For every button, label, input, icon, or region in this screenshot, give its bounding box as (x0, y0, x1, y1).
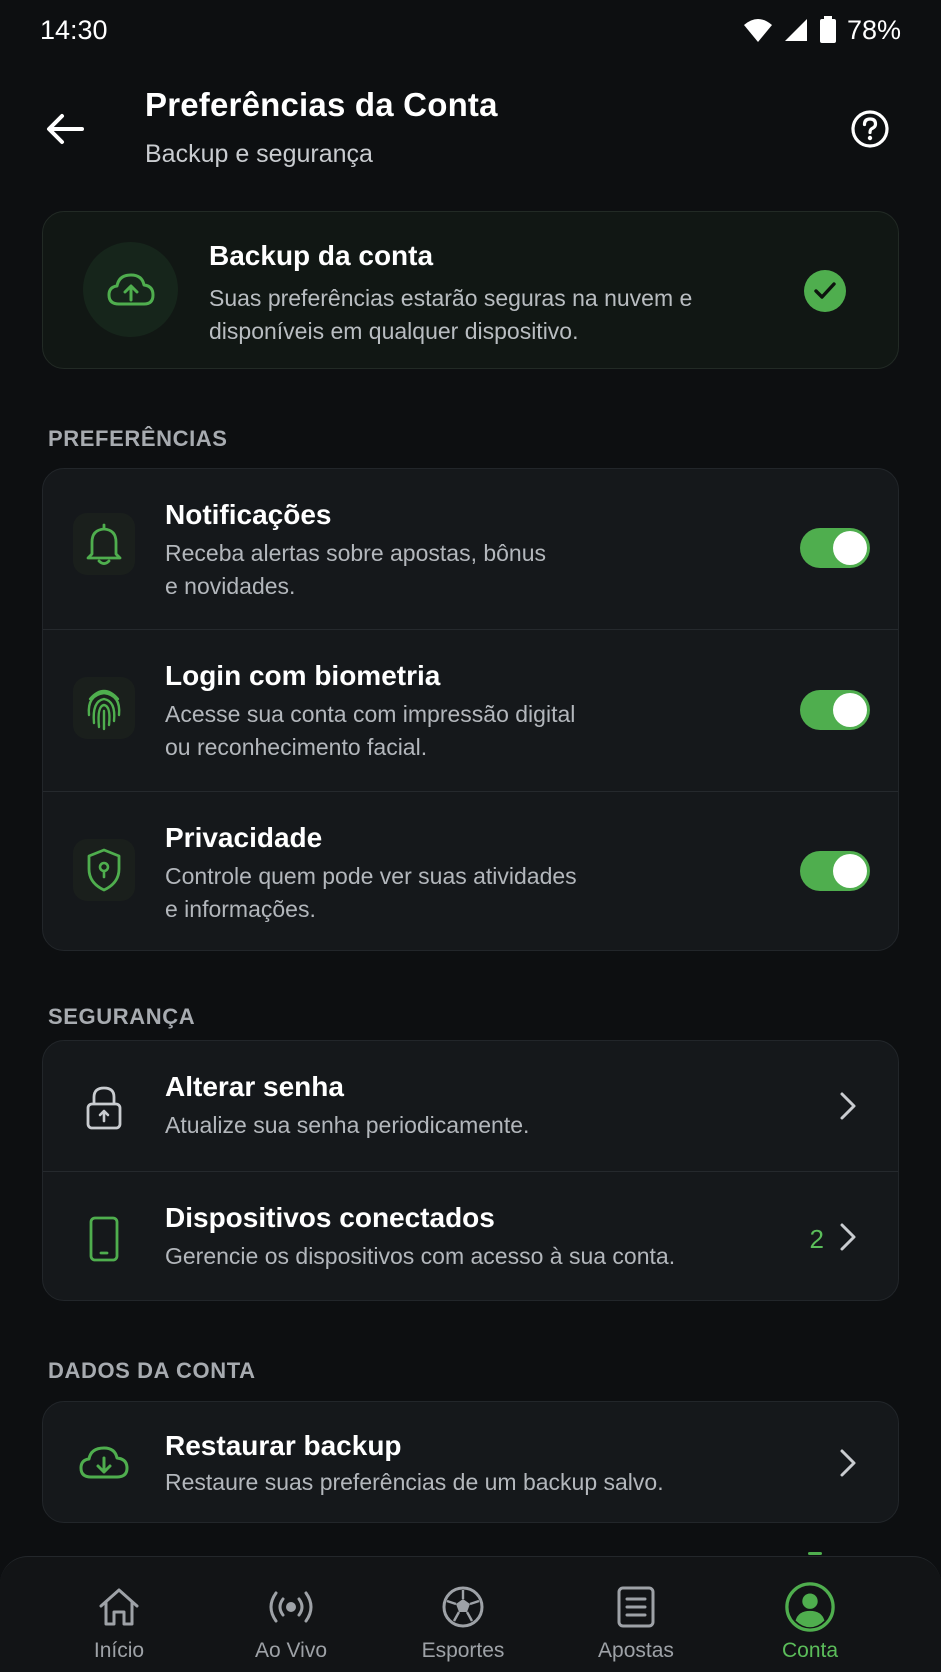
scroll-indicator (808, 1552, 822, 1555)
row-description: Controle quem pode ver suas atividades e… (165, 860, 635, 926)
list-item-restore-backup[interactable]: Restaurar backup Restaure suas preferênc… (43, 1402, 898, 1522)
section-label-preferences: PREFERÊNCIAS (48, 426, 228, 451)
account-data-group: Restaurar backup Restaure suas preferênc… (42, 1401, 899, 1523)
check-icon (814, 282, 836, 299)
help-button[interactable] (845, 104, 895, 154)
row-description-line: Receba alertas sobre apostas, bônus (165, 540, 547, 566)
page-subtitle: Backup e segurança (145, 140, 373, 168)
row-description-line: ou reconhecimento facial. (165, 734, 428, 760)
row-description-line: e informações. (165, 896, 316, 922)
wifi-icon (743, 19, 772, 42)
backup-title: Backup da conta (209, 240, 434, 271)
nav-item-account[interactable]: Conta (735, 1557, 885, 1672)
row-icon-container (73, 1208, 135, 1270)
nav-item-live[interactable]: Ao Vivo (216, 1557, 366, 1672)
status-icons: 78% (743, 15, 901, 46)
row-title: Dispositivos conectados (165, 1202, 495, 1233)
device-count-badge: 2 (809, 1224, 824, 1254)
battery-icon (819, 16, 836, 43)
signal-icon (784, 19, 807, 41)
row-icon-container (73, 513, 135, 575)
bell-icon (86, 523, 122, 565)
help-icon (851, 110, 889, 148)
cloud-upload-icon (107, 273, 154, 305)
bottom-navigation: Início Ao Vivo Esportes Apostas Conta (0, 1556, 941, 1672)
page-title: Preferências da Conta (145, 86, 498, 123)
security-group: Alterar senha Atualize sua senha periodi… (42, 1040, 899, 1301)
nav-label: Apostas (598, 1639, 674, 1662)
row-description: Restaure suas preferências de um backup … (165, 1469, 664, 1495)
bet-slip-icon (610, 1581, 662, 1633)
notifications-toggle[interactable] (800, 528, 870, 568)
row-title: Privacidade (165, 822, 323, 853)
row-title: Notificações (165, 499, 332, 530)
backup-card: Backup da conta Suas preferências estarã… (42, 211, 899, 369)
section-label-account-data: DADOS DA CONTA (48, 1358, 256, 1383)
chevron-right-icon (836, 1090, 860, 1122)
row-icon-container (73, 839, 135, 901)
nav-item-sports[interactable]: Esportes (388, 1557, 538, 1672)
row-description-line: Controle quem pode ver suas atividades (165, 863, 577, 889)
backup-description: Suas preferências estarão seguras na nuv… (209, 285, 693, 344)
battery-percent: 78% (846, 14, 901, 45)
row-description: Atualize sua senha periodicamente. (165, 1112, 530, 1138)
chevron-right-icon (836, 1447, 860, 1479)
status-time: 14:30 (40, 14, 108, 45)
row-title: Restaurar backup (165, 1430, 402, 1461)
nav-label: Início (93, 1639, 145, 1662)
toggle-knob (833, 531, 867, 565)
row-description: Gerencie os dispositivos com acesso à su… (165, 1243, 676, 1269)
app-header: Preferências da Conta Backup e segurança (0, 80, 941, 180)
live-icon (265, 1581, 317, 1633)
home-icon (93, 1581, 145, 1633)
row-icon-container (73, 677, 135, 739)
list-item-notifications[interactable]: Notificações Receba alertas sobre aposta… (43, 469, 898, 629)
toggle-knob (833, 693, 867, 727)
fingerprint-icon (87, 689, 121, 731)
status-bar: 14:30 78% (0, 0, 941, 60)
arrow-left-icon (47, 114, 84, 144)
cloud-download-icon (79, 1446, 129, 1479)
preferences-group: Notificações Receba alertas sobre aposta… (42, 468, 899, 951)
soccer-ball-icon (437, 1581, 489, 1633)
backup-status-badge (804, 270, 846, 312)
lock-icon (86, 1086, 122, 1130)
chevron-right-icon (836, 1221, 860, 1253)
list-item-biometric-login[interactable]: Login com biometria Acesse sua conta com… (43, 630, 898, 791)
row-title: Login com biometria (165, 660, 441, 691)
row-icon-container (73, 1077, 135, 1139)
privacy-toggle[interactable] (800, 851, 870, 891)
back-button[interactable] (40, 104, 90, 154)
row-title: Alterar senha (165, 1071, 344, 1102)
nav-label: Esportes (421, 1639, 505, 1662)
nav-label: Conta (781, 1639, 839, 1662)
backup-icon-badge (83, 242, 178, 337)
nav-item-home[interactable]: Início (44, 1557, 194, 1672)
row-description-line: Acesse sua conta com impressão digital (165, 701, 576, 727)
toggle-knob (833, 854, 867, 888)
biometric-toggle[interactable] (800, 690, 870, 730)
row-icon-container (73, 1432, 135, 1494)
account-icon (784, 1581, 836, 1633)
list-item-change-password[interactable]: Alterar senha Atualize sua senha periodi… (43, 1041, 898, 1171)
smartphone-icon (89, 1216, 119, 1262)
row-description: Acesse sua conta com impressão digital o… (165, 698, 635, 764)
nav-item-bets[interactable]: Apostas (561, 1557, 711, 1672)
section-label-security: SEGURANÇA (48, 1004, 196, 1029)
list-item-privacy[interactable]: Privacidade Controle quem pode ver suas … (43, 792, 898, 950)
row-description-line: e novidades. (165, 573, 296, 599)
nav-label: Ao Vivo (255, 1639, 327, 1662)
list-item-connected-devices[interactable]: Dispositivos conectados Gerencie os disp… (43, 1172, 898, 1300)
shield-icon (87, 848, 121, 892)
row-description: Receba alertas sobre apostas, bônus e no… (165, 537, 635, 603)
